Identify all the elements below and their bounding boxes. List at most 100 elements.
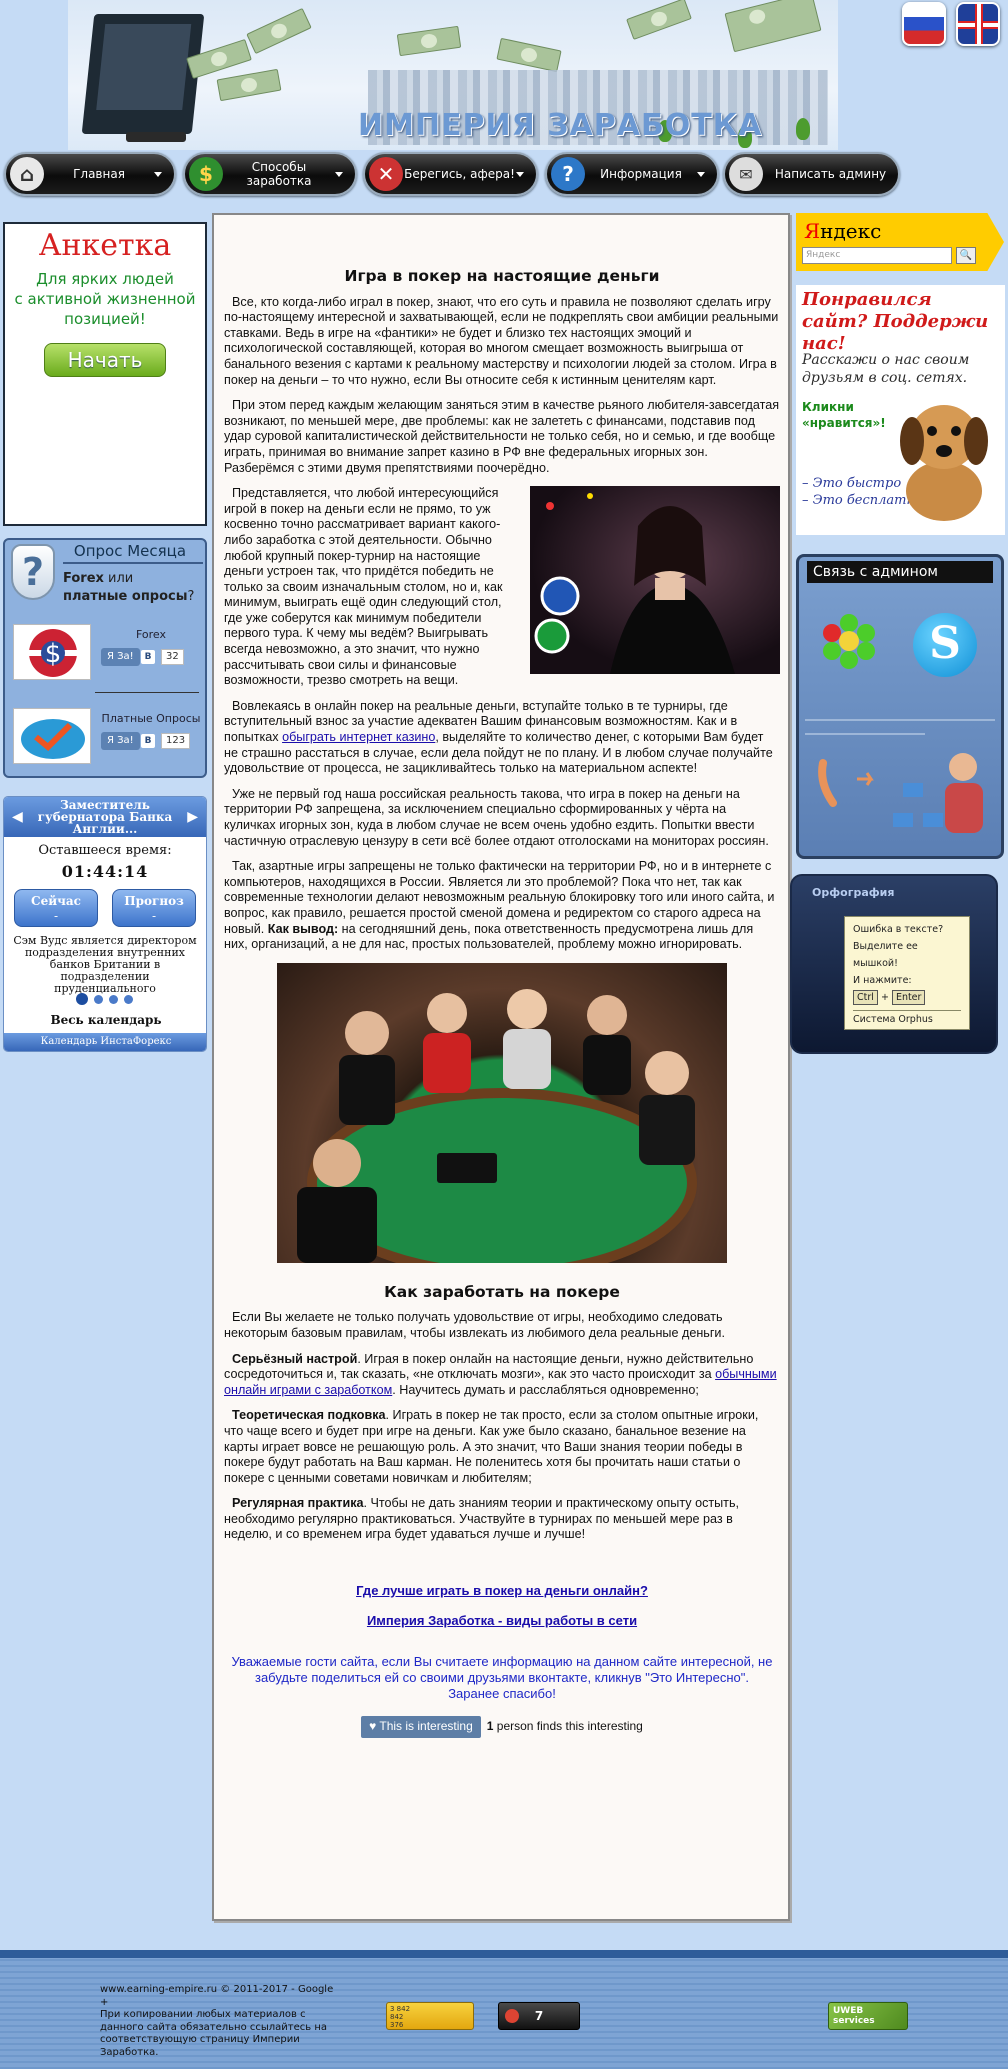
thanks-text: Заранее спасибо!	[448, 1686, 556, 1702]
calendar-event-title[interactable]: Заместитель губернатора Банка Англии...	[4, 797, 206, 837]
paragraph: Так, азартные игры запрещены не только ф…	[224, 859, 780, 953]
money-bill	[246, 7, 312, 55]
liveinternet-counter[interactable]: 3 842 842 376	[386, 2002, 474, 2030]
phone-network-icon	[818, 753, 983, 833]
all-calendar-link[interactable]: Весь календарь	[4, 1013, 206, 1027]
orphus-keys: Ctrl + Enter	[853, 989, 961, 1006]
prev-arrow-icon[interactable]: ◀	[12, 809, 23, 825]
vote-button[interactable]: Я За!	[101, 732, 140, 750]
calendar-footer[interactable]: Календарь ИнстаФорекс	[4, 1033, 206, 1051]
yandex-search-input[interactable]: Яндекс	[802, 247, 952, 264]
svg-text:$: $	[45, 639, 62, 669]
icq-icon[interactable]	[821, 613, 877, 669]
skype-icon[interactable]: S	[913, 613, 977, 677]
forex-image: $	[13, 624, 91, 680]
now-button[interactable]: Сейчас -	[14, 889, 98, 927]
poll-option-paid-surveys: Платные Опросы Я За! В 123	[11, 706, 205, 766]
nav-label: Информация	[600, 167, 682, 181]
uweb-badge[interactable]: UWEB services	[828, 2002, 908, 2030]
poll-option-label: Платные Опросы	[101, 712, 201, 725]
monitor-stand	[126, 132, 186, 142]
yandex-logo[interactable]: Яндекс	[804, 219, 881, 243]
yandex-search-widget: Яндекс Яндекс 🔍	[796, 213, 1004, 271]
chevron-down-icon	[335, 171, 343, 177]
interesting-button[interactable]: ♥ This is interesting	[361, 1716, 481, 1738]
vote-count: 32	[161, 649, 184, 665]
nav-item-info[interactable]: ? Информация	[545, 152, 719, 196]
q-part: Forex	[63, 571, 104, 586]
economic-calendar-widget: Заместитель губернатора Банка Англии... …	[3, 796, 207, 1052]
nav-item-contact-admin[interactable]: ✉ Написать админу	[723, 152, 900, 196]
event-description: Сэм Вудс является директором подразделен…	[13, 934, 197, 995]
money-bill	[216, 68, 282, 102]
subtitle-line: с активной жизненной	[14, 290, 196, 308]
divider	[63, 562, 203, 564]
vote-button[interactable]: Я За!	[101, 648, 140, 666]
top-counter[interactable]: 7	[498, 2002, 580, 2030]
next-arrow-icon[interactable]: ▶	[187, 809, 198, 825]
site-header: ИМПЕРИЯ ЗАРАБОТКА	[68, 0, 838, 150]
nav-label: Способы заработка	[246, 160, 312, 188]
divider	[805, 719, 995, 721]
orphus-widget[interactable]: Орфография Ошибка в тексте? Выделите ее …	[790, 874, 998, 1054]
share-banner[interactable]: Понравился сайт? Поддержи нас! Расскажи …	[796, 285, 1005, 535]
poll-question: Forex или платные опросы?	[63, 570, 203, 606]
footer-text: www.earning-empire.ru © 2011-2017 - Goog…	[100, 1984, 340, 2059]
text: . Научитесь думать и расслабляться однов…	[392, 1382, 699, 1397]
section-title: Как заработать на покере	[384, 1282, 620, 1301]
now-label: Сейчас	[31, 894, 81, 908]
work-types-link[interactable]: Империя Заработка - виды работы в сети	[367, 1613, 637, 1628]
nav-item-scam-warning[interactable]: ✕ Берегись, афера!	[363, 152, 538, 196]
remaining-label: Оставшееся время:	[38, 843, 172, 858]
divider	[805, 733, 925, 735]
copyright: www.earning-empire.ru © 2011-2017 -	[100, 1984, 298, 1995]
vk-icon: В	[141, 734, 155, 748]
subtitle-line: Для ярких людей	[36, 270, 174, 288]
home-icon: ⌂	[10, 157, 44, 191]
bold-text: Регулярная практика	[232, 1496, 364, 1511]
start-button[interactable]: Начать	[44, 343, 166, 377]
anketka-title: Анкетка	[38, 228, 172, 263]
subtitle-line: позицией!	[64, 310, 146, 328]
interesting-label: This is interesting	[379, 1719, 473, 1734]
poll-option-label: Forex	[135, 628, 167, 641]
interesting-widget: ♥ This is interesting 1 person finds this…	[224, 1716, 780, 1738]
contact-admin-widget: Связь с админом S	[796, 554, 1004, 859]
copy-notice: При копировании любых материалов с данно…	[100, 2009, 328, 2058]
bold-text: Серьёзный настрой	[232, 1351, 358, 1366]
poker-girl-image	[530, 486, 780, 675]
pager-dots[interactable]	[76, 993, 133, 1005]
nav-item-home[interactable]: ⌂ Главная	[4, 152, 176, 196]
q-part: или	[103, 571, 134, 586]
paragraph: Уже не первый год наша российская реальн…	[224, 786, 769, 848]
money-bill	[724, 0, 822, 53]
bold-text: Теоретическая подковка	[232, 1408, 386, 1423]
orphus-line: Выделите ее мышкой!	[853, 941, 918, 969]
chevron-down-icon	[154, 171, 162, 177]
ru-flag-icon[interactable]	[902, 2, 946, 46]
forecast-button[interactable]: Прогноз -	[112, 889, 196, 927]
orphus-line: Система Orphus	[853, 1010, 961, 1028]
chevron-down-icon	[697, 171, 705, 177]
logo-y: Я	[804, 219, 821, 243]
ctrl-key: Ctrl	[853, 990, 878, 1005]
site-logo[interactable]: ИМПЕРИЯ ЗАРАБОТКА	[358, 108, 763, 143]
money-bill	[496, 37, 562, 73]
search-icon[interactable]: 🔍	[956, 247, 976, 264]
puppy-image	[900, 405, 988, 521]
paragraph: Теоретическая подковка. Играть в покер н…	[224, 1408, 780, 1486]
share-title: Понравился сайт? Поддержи нас!	[802, 289, 989, 354]
paragraph: Вовлекаясь в онлайн покер на реальные де…	[224, 699, 780, 777]
uk-flag-icon[interactable]	[956, 2, 1000, 46]
forecast-value: -	[151, 909, 157, 923]
casino-link[interactable]: обыграть интернет казино	[282, 730, 435, 744]
paragraph: Серьёзный настрой. Играя в покер онлайн …	[224, 1352, 780, 1399]
poll-header: Опрос Месяца	[73, 542, 187, 560]
where-to-play-link[interactable]: Где лучше играть в покер на деньги онлай…	[356, 1583, 648, 1598]
bold-text: Как вывод:	[267, 921, 339, 936]
anketka-banner[interactable]: Анкетка Для ярких людей с активной жизне…	[3, 222, 207, 746]
site-footer: www.earning-empire.ru © 2011-2017 - Goog…	[0, 1950, 1008, 2069]
nav-label: Берегись, афера!	[404, 167, 515, 181]
forecast-label: Прогноз	[124, 894, 184, 908]
nav-item-earning-methods[interactable]: $ Способы заработка	[183, 152, 357, 196]
